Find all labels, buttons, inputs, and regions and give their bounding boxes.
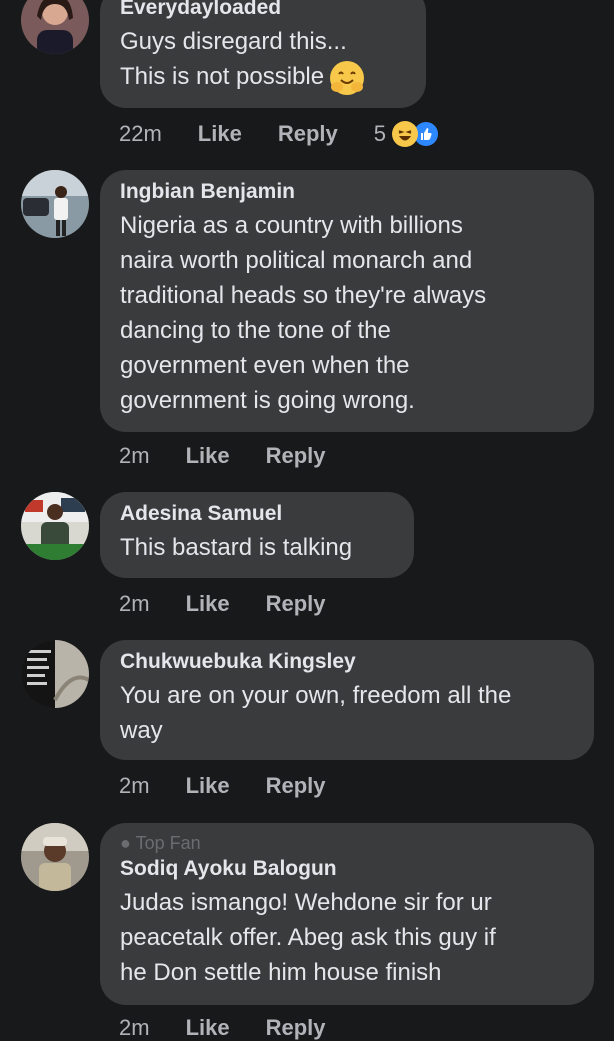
comment-line: government is going wrong.: [120, 387, 415, 414]
comment-line: Judas ismango! Wehdone sir for ur: [120, 889, 492, 916]
comment-line: peacetalk offer. Abeg ask this guy if: [120, 924, 496, 951]
comment-bubble[interactable]: Adesina Samuel This bastard is talking: [100, 492, 414, 578]
comment-author[interactable]: Adesina Samuel: [120, 500, 394, 528]
like-button[interactable]: Like: [186, 1015, 230, 1041]
avatar[interactable]: [21, 492, 89, 560]
haha-icon: [392, 121, 418, 147]
comment-text: Nigeria as a country with billions naira…: [120, 208, 574, 418]
comment-actions: 2m Like Reply: [119, 773, 326, 799]
comment-line: Nigeria as a country with billions: [120, 212, 463, 239]
comment-line: naira worth political monarch and: [120, 247, 473, 274]
comment-bubble[interactable]: Ingbian Benjamin Nigeria as a country wi…: [100, 170, 594, 432]
comment-actions: 2m Like Reply: [119, 1015, 326, 1041]
comment-line: way: [120, 717, 163, 744]
comment-text: You are on your own, freedom all the way: [120, 678, 574, 748]
comment-author[interactable]: Chukwuebuka Kingsley: [120, 648, 574, 676]
reaction-count: 5: [373, 121, 386, 146]
reply-button[interactable]: Reply: [278, 121, 338, 147]
trophy-icon: ●: [120, 833, 131, 853]
avatar-photo-icon: [21, 823, 89, 891]
comment-time[interactable]: 22m: [119, 121, 162, 147]
comment-text: This bastard is talking: [120, 530, 394, 565]
comment-actions: 22m Like Reply 5: [119, 120, 440, 148]
comment-time[interactable]: 2m: [119, 443, 150, 469]
like-button[interactable]: Like: [186, 773, 230, 799]
comment-text: Judas ismango! Wehdone sir for ur peacet…: [120, 885, 574, 990]
like-button[interactable]: Like: [186, 443, 230, 469]
comment-author[interactable]: Sodiq Ayoku Balogun: [120, 855, 574, 883]
avatar[interactable]: [21, 170, 89, 238]
comment-actions: 2m Like Reply: [119, 443, 326, 469]
avatar[interactable]: [21, 640, 89, 708]
like-button[interactable]: Like: [198, 121, 242, 147]
smiling-face-with-hands-icon: [330, 60, 365, 95]
avatar[interactable]: [21, 0, 89, 54]
reaction-summary[interactable]: 5: [374, 120, 440, 148]
comment-bubble[interactable]: ● Top Fan Sodiq Ayoku Balogun Judas isma…: [100, 823, 594, 1005]
comment-line: government even when the: [120, 352, 410, 379]
comment-line-text: This is not possible: [120, 63, 325, 90]
like-button[interactable]: Like: [186, 591, 230, 617]
reply-button[interactable]: Reply: [266, 1015, 326, 1041]
reply-button[interactable]: Reply: [266, 773, 326, 799]
avatar-photo-icon: [21, 0, 89, 54]
comment-bubble[interactable]: Everydayloaded Guys disregard this... Th…: [100, 0, 426, 108]
comment-time[interactable]: 2m: [119, 1015, 150, 1041]
comment-author[interactable]: Everydayloaded: [120, 0, 406, 22]
avatar[interactable]: [21, 823, 89, 891]
avatar-photo-icon: [21, 170, 89, 238]
comment-line: You are on your own, freedom all the: [120, 682, 512, 709]
comment-actions: 2m Like Reply: [119, 591, 326, 617]
comment-line: This bastard is talking: [120, 534, 353, 561]
comment-time[interactable]: 2m: [119, 591, 150, 617]
reply-button[interactable]: Reply: [266, 443, 326, 469]
comment-line: dancing to the tone of the: [120, 317, 391, 344]
top-fan-badge: ● Top Fan: [120, 831, 574, 855]
comment-line: traditional heads so they're always: [120, 282, 487, 309]
comment-text: Guys disregard this... This is not possi…: [120, 24, 406, 95]
reply-button[interactable]: Reply: [266, 591, 326, 617]
comment-time[interactable]: 2m: [119, 773, 150, 799]
avatar-photo-icon: [21, 640, 89, 708]
comment-author[interactable]: Ingbian Benjamin: [120, 178, 574, 206]
comment-line: This is not possible: [120, 59, 406, 95]
comment-line: he Don settle him house finish: [120, 959, 442, 986]
comment-line: Guys disregard this...: [120, 28, 347, 55]
avatar-photo-icon: [21, 492, 89, 560]
comment-bubble[interactable]: Chukwuebuka Kingsley You are on your own…: [100, 640, 594, 760]
top-fan-label: Top Fan: [135, 833, 201, 853]
